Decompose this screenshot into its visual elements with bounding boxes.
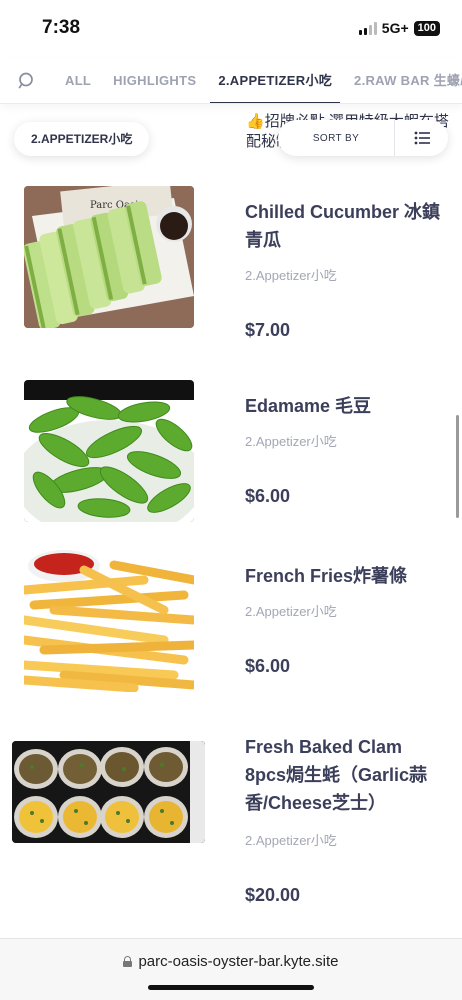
sort-by-button[interactable]: SORT BY	[278, 133, 394, 144]
lock-icon	[123, 956, 133, 967]
product-name[interactable]: Chilled Cucumber 冰鎮青瓜	[245, 198, 445, 254]
status-indicators: 5G+ 100	[358, 20, 440, 36]
status-time: 7:38	[42, 17, 81, 38]
product-category: 2.Appetizer小吃	[245, 434, 337, 449]
layout-toggle-button[interactable]	[395, 120, 448, 156]
product-price: $6.00	[245, 656, 291, 676]
product-name[interactable]: Fresh Baked Clam 8pcs焗生蚝（Garlic蒜香/Cheese…	[245, 733, 445, 817]
home-indicator[interactable]	[148, 985, 314, 990]
url-text[interactable]: parc-oasis-oyster-bar.kyte.site	[138, 953, 338, 970]
thumbs-up-icon: 👍	[246, 113, 265, 130]
product-name[interactable]: French Fries炸薯條	[245, 562, 445, 590]
search-icon	[18, 72, 33, 88]
product-image-baked-clam[interactable]	[12, 741, 205, 843]
product-item[interactable]: French Fries炸薯條 2.Appetizer小吃 $6.00	[0, 550, 462, 700]
scrollbar-thumb[interactable]	[456, 415, 459, 518]
category-tabs: ALL HIGHLIGHTS 2.APPETIZER小吃 2.RAW BAR 生…	[0, 58, 462, 104]
tab-raw-bar[interactable]: 2.RAW BAR 生蠔/生	[343, 58, 462, 103]
product-item[interactable]: Edamame 毛豆 2.Appetizer小吃 $6.00	[0, 380, 462, 530]
browser-bottom-bar: parc-oasis-oyster-bar.kyte.site	[0, 938, 462, 1000]
product-price: $20.00	[245, 885, 301, 905]
product-category: 2.Appetizer小吃	[245, 604, 337, 619]
product-category: 2.Appetizer小吃	[245, 268, 337, 283]
address-bar[interactable]: parc-oasis-oyster-bar.kyte.site	[0, 953, 462, 970]
product-name[interactable]: Edamame 毛豆	[245, 392, 445, 420]
battery-icon: 100	[413, 20, 440, 36]
tab-highlights[interactable]: HIGHLIGHTS	[102, 58, 207, 103]
status-bar: 7:38 5G+ 100	[0, 0, 462, 58]
tab-appetizer[interactable]: 2.APPETIZER小吃	[207, 58, 343, 103]
list-icon	[414, 131, 430, 145]
network-type: 5G+	[381, 20, 409, 36]
product-image-fries[interactable]	[24, 550, 194, 692]
product-price: $7.00	[245, 320, 291, 340]
product-price: $6.00	[245, 486, 291, 506]
sort-bar: SORT BY	[278, 120, 448, 156]
product-item[interactable]: Fresh Baked Clam 8pcs焗生蚝（Garlic蒜香/Cheese…	[0, 733, 462, 913]
product-image-cucumber[interactable]: Parc Oasis	[24, 186, 194, 328]
signal-icon	[358, 21, 377, 35]
product-item[interactable]: Parc Oasis Chilled Cucumber 冰鎮青瓜 2.Appet…	[0, 186, 462, 346]
current-category-chip[interactable]: 2.APPETIZER小吃	[14, 122, 150, 156]
search-button[interactable]	[0, 58, 54, 103]
product-image-edamame[interactable]	[24, 380, 194, 522]
tab-all[interactable]: ALL	[54, 58, 102, 103]
product-category: 2.Appetizer小吃	[245, 833, 337, 848]
